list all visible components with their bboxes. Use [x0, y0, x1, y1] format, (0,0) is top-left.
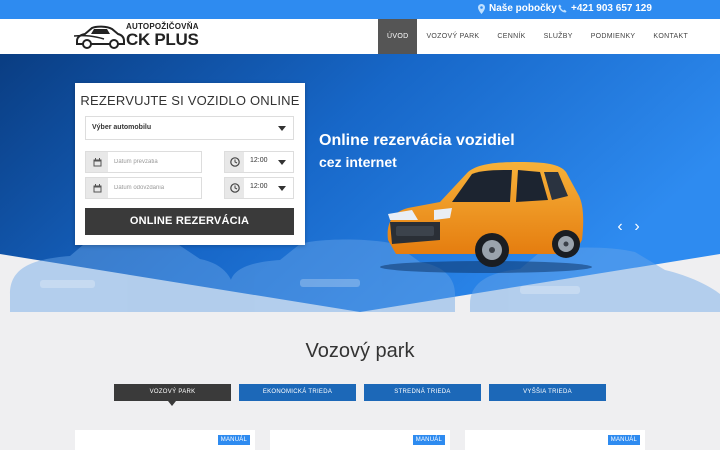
vehicle-card[interactable]: MANUÁL — [75, 430, 255, 450]
calendar-icon — [86, 178, 108, 198]
transmission-badge: MANUÁL — [607, 435, 640, 445]
nav-item-uvod[interactable]: ÚVOD — [378, 19, 418, 54]
booking-form: REZERVUJTE SI VOZIDLO ONLINE Výber autom… — [75, 83, 305, 245]
pickup-date-field[interactable] — [85, 151, 202, 173]
nav-item-podmienky[interactable]: PODMIENKY — [582, 19, 645, 54]
fleet-section-title: Vozový park — [305, 340, 415, 362]
chevron-down-icon — [278, 160, 286, 165]
calendar-icon — [86, 152, 108, 172]
tab-ekonomicka-trieda[interactable]: EKONOMICKÁ TRIEDA — [239, 384, 356, 401]
return-date-input[interactable] — [114, 182, 199, 194]
nav-item-sluzby[interactable]: SLUŽBY — [535, 19, 582, 54]
pickup-time-select[interactable]: 12:00 — [224, 151, 294, 173]
car-select-value: Výber automobilu — [92, 124, 152, 131]
site-logo[interactable]: AUTOPOŽIČOVŇA CK PLUS — [74, 22, 199, 52]
tab-stredna-trieda[interactable]: STREDNÁ TRIEDA — [364, 384, 481, 401]
nav-item-vozovy-park[interactable]: VOZOVÝ PARK — [417, 19, 488, 54]
chevron-down-icon — [278, 186, 286, 191]
car-logo-icon — [74, 25, 125, 49]
return-time-value: 12:00 — [250, 183, 268, 190]
car-select[interactable]: Výber automobilu — [85, 116, 294, 140]
main-nav: ÚVOD VOZOVÝ PARK CENNÍK SLUŽBY PODMIENKY… — [378, 19, 697, 54]
clock-icon — [225, 178, 244, 198]
pickup-time-value: 12:00 — [250, 157, 268, 164]
site-header: AUTOPOŽIČOVŇA CK PLUS ÚVOD VOZOVÝ PARK C… — [0, 19, 720, 54]
map-pin-icon — [478, 3, 485, 14]
chevron-down-icon — [278, 126, 286, 131]
online-reservation-button[interactable]: ONLINE REZERVÁCIA — [85, 208, 294, 235]
branches-label: Naše pobočky — [489, 3, 557, 14]
return-time-select[interactable]: 12:00 — [224, 177, 294, 199]
booking-heading: REZERVUJTE SI VOZIDLO ONLINE — [80, 93, 300, 108]
vehicle-card[interactable]: MANUÁL — [270, 430, 450, 450]
chevron-left-icon[interactable]: ‹ — [613, 218, 627, 236]
top-contact-bar: Naše pobočky +421 903 657 129 — [0, 0, 720, 19]
transmission-badge: MANUÁL — [412, 435, 445, 445]
nav-item-cennik[interactable]: CENNÍK — [488, 19, 534, 54]
chevron-right-icon[interactable]: › — [630, 218, 644, 236]
clock-icon — [225, 152, 244, 172]
vehicle-card[interactable]: MANUÁL — [465, 430, 645, 450]
return-date-field[interactable] — [85, 177, 202, 199]
branches-link[interactable]: Naše pobočky — [478, 3, 557, 14]
transmission-badge: MANUÁL — [217, 435, 250, 445]
hero-title: Online rezervácia vozidiel — [319, 132, 515, 149]
phone-icon — [558, 4, 567, 13]
pickup-date-input[interactable] — [114, 156, 199, 168]
tab-vozovy-park[interactable]: VOZOVÝ PARK — [114, 384, 231, 406]
phone-number: +421 903 657 129 — [571, 3, 652, 14]
tab-vyssia-trieda[interactable]: VYŠŠIA TRIEDA — [489, 384, 606, 401]
nav-item-kontakt[interactable]: KONTAKT — [644, 19, 697, 54]
hero-subtitle: cez internet — [319, 154, 397, 170]
phone-link[interactable]: +421 903 657 129 — [558, 3, 652, 14]
logo-text-main: CK PLUS — [126, 30, 199, 49]
